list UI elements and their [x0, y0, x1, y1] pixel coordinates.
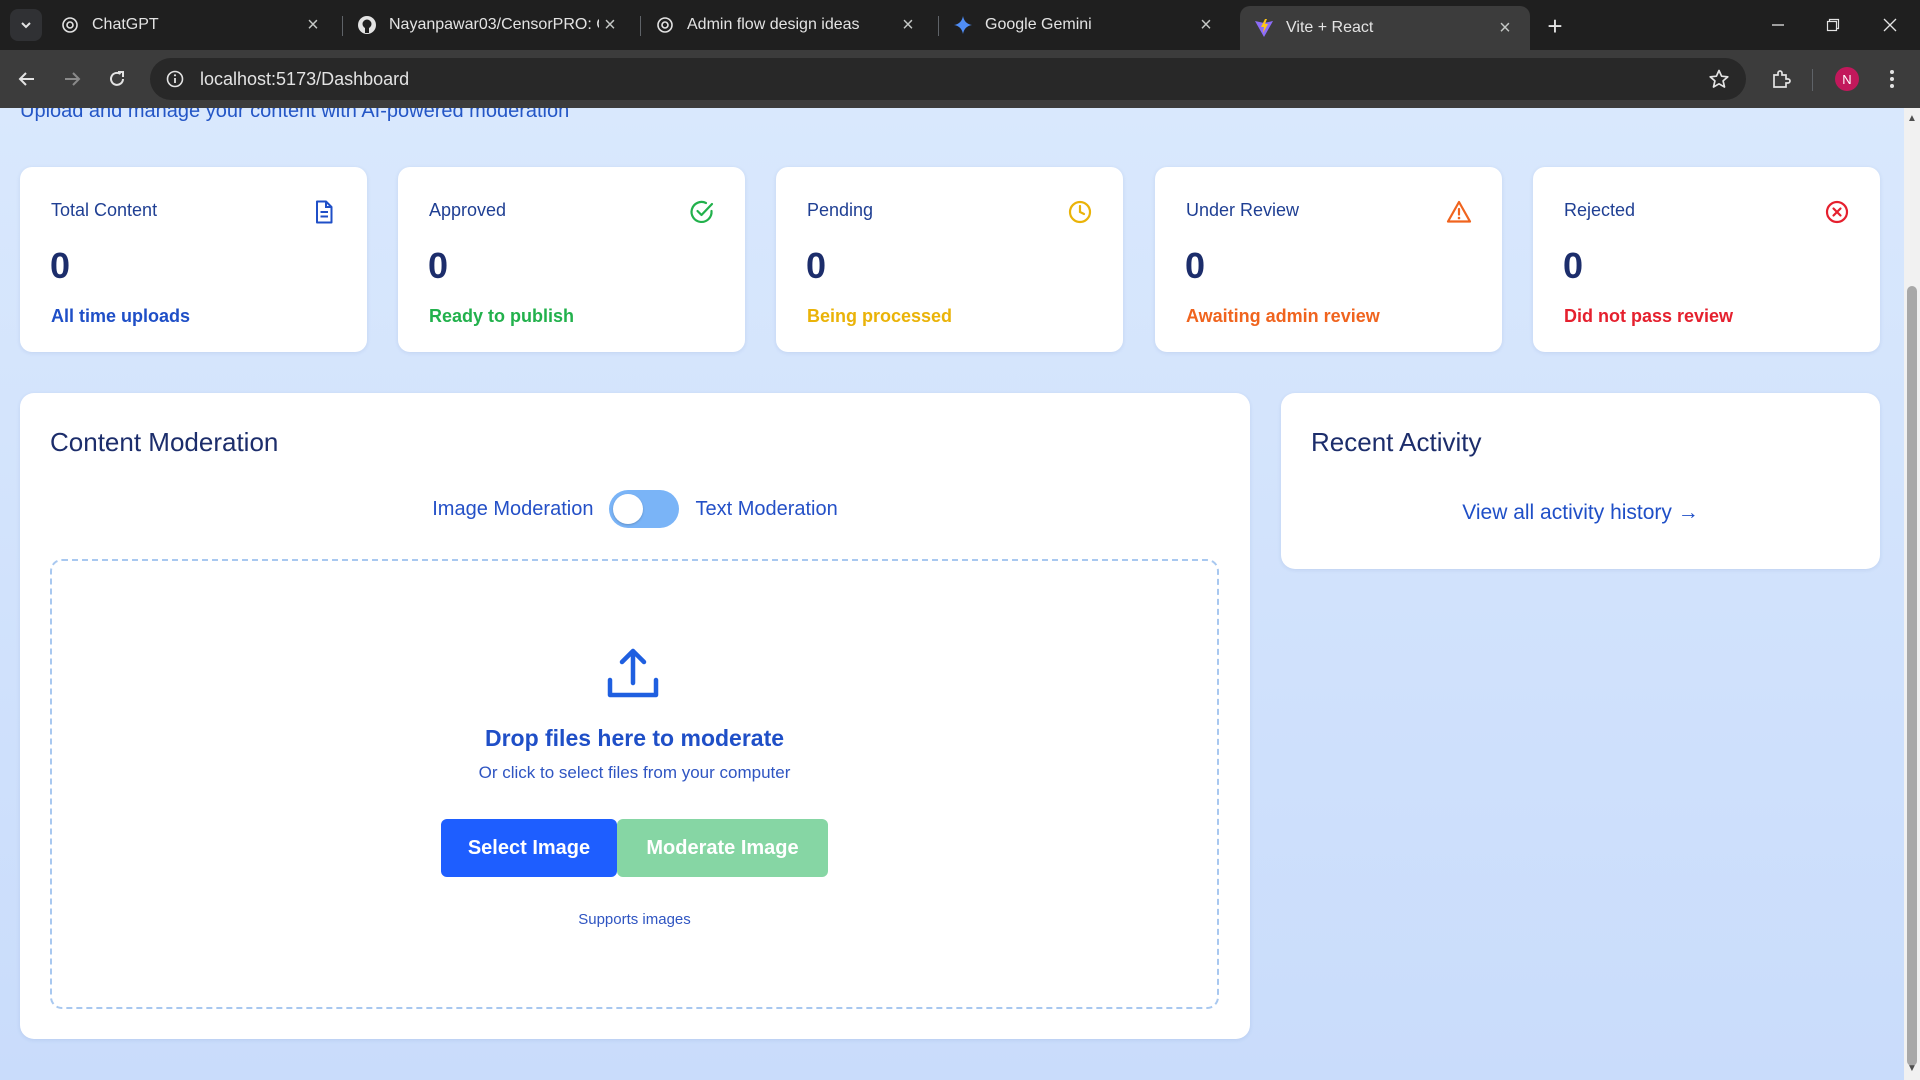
browser-tab-chatgpt[interactable]: ChatGPT × — [46, 6, 338, 44]
close-icon[interactable]: × — [897, 14, 919, 36]
scroll-down-arrow-icon[interactable]: ▼ — [1907, 1064, 1917, 1074]
stat-card-rejected: Rejected 0 Did not pass review — [1533, 167, 1880, 352]
site-info-icon[interactable] — [154, 58, 196, 100]
kebab-menu-icon — [1890, 70, 1894, 88]
moderation-mode-switch[interactable] — [609, 490, 680, 528]
warning-icon — [1446, 200, 1472, 223]
openai-icon — [60, 15, 80, 35]
scrollbar-thumb[interactable] — [1907, 286, 1917, 1066]
select-image-button[interactable]: Select Image — [441, 819, 617, 877]
stat-label: Total Content — [51, 200, 158, 220]
moderate-image-button[interactable]: Moderate Image — [617, 819, 828, 877]
tab-title: Vite + React — [1286, 19, 1374, 36]
stat-card-under-review: Under Review 0 Awaiting admin review — [1155, 167, 1502, 352]
stat-label: Under Review — [1186, 200, 1300, 220]
panel-title: Recent Activity — [1311, 427, 1482, 457]
tab-title: Admin flow design ideas — [687, 16, 860, 33]
browser-toolbar: localhost:5173/Dashboard N — [0, 50, 1920, 108]
chevron-down-icon — [21, 22, 31, 29]
page-viewport: Upload and manage your content with AI-p… — [0, 108, 1920, 1080]
scroll-up-arrow-icon[interactable]: ▲ — [1907, 114, 1917, 124]
address-bar[interactable]: localhost:5173/Dashboard — [150, 58, 1746, 100]
stat-value: 0 — [50, 245, 71, 286]
close-icon — [1883, 18, 1897, 32]
reload-icon — [110, 71, 124, 86]
forward-button[interactable] — [54, 61, 90, 97]
toolbar-divider — [1812, 69, 1813, 91]
url-text[interactable]: localhost:5173/Dashboard — [200, 69, 1698, 90]
clock-icon — [1068, 200, 1092, 224]
content-moderation-panel: Content Moderation Image Moderation Text… — [20, 393, 1250, 1039]
profile-button[interactable]: N — [1829, 61, 1865, 97]
arrow-right-icon — [65, 72, 81, 86]
tab-search-button[interactable] — [10, 9, 42, 41]
gemini-icon — [953, 15, 973, 35]
stat-label: Pending — [807, 200, 874, 220]
stat-subtext: Did not pass review — [1564, 306, 1734, 326]
browser-tab-gemini[interactable]: Google Gemini × — [939, 6, 1231, 44]
supported-formats-note: Supports images — [578, 911, 691, 928]
tab-title: ChatGPT — [92, 16, 159, 33]
stat-label: Rejected — [1564, 200, 1636, 220]
moderation-mode-toggle-row: Image Moderation Text Moderation — [20, 489, 1250, 529]
stat-subtext: Awaiting admin review — [1186, 306, 1380, 326]
check-circle-icon — [690, 200, 714, 224]
bookmark-star-icon[interactable] — [1698, 58, 1740, 100]
switch-knob — [613, 494, 644, 524]
openai-icon — [655, 15, 675, 35]
stat-card-total-content: Total Content 0 All time uploads — [20, 167, 367, 352]
image-moderation-label[interactable]: Image Moderation — [432, 498, 593, 521]
browser-tab-vite-react[interactable]: Vite + React × — [1240, 6, 1530, 50]
dropzone-subtitle: Or click to select files from your compu… — [478, 763, 791, 782]
avatar: N — [1835, 67, 1859, 91]
stat-subtext: Being processed — [807, 306, 953, 326]
close-icon[interactable]: × — [1195, 14, 1217, 36]
stat-value: 0 — [1563, 245, 1584, 286]
stat-subtext: Ready to publish — [429, 306, 575, 326]
dropzone-title: Drop files here to moderate — [484, 725, 785, 751]
x-circle-icon — [1825, 200, 1849, 224]
upload-icon — [607, 648, 659, 698]
stat-card-pending: Pending 0 Being processed — [776, 167, 1123, 352]
recent-activity-panel: Recent Activity View all activity histor… — [1281, 393, 1880, 569]
github-icon — [357, 15, 377, 35]
close-icon[interactable]: × — [1494, 17, 1516, 39]
extensions-button[interactable] — [1763, 61, 1799, 97]
close-window-button[interactable] — [1860, 6, 1920, 44]
stat-value: 0 — [806, 245, 827, 286]
close-icon[interactable]: × — [302, 14, 324, 36]
stat-value: 0 — [428, 245, 449, 286]
page-scrollbar[interactable]: ▲ ▼ — [1904, 108, 1920, 1080]
minimize-icon — [1772, 24, 1784, 26]
file-dropzone[interactable]: Drop files here to moderate Or click to … — [50, 559, 1219, 1009]
minimize-button[interactable] — [1748, 6, 1808, 44]
view-activity-history-link[interactable]: View all activity history → — [1281, 501, 1880, 525]
arrow-left-icon — [18, 72, 34, 86]
new-tab-button[interactable]: + — [1540, 11, 1570, 41]
stat-value: 0 — [1185, 245, 1206, 286]
panel-title: Content Moderation — [50, 427, 279, 457]
restore-button[interactable] — [1803, 6, 1863, 44]
tab-title: Nayanpawar03/CensorPRO: Ce — [389, 16, 599, 33]
reload-button[interactable] — [99, 61, 135, 97]
document-icon — [316, 200, 333, 224]
back-button[interactable] — [9, 61, 45, 97]
vite-icon — [1254, 18, 1274, 38]
stat-label: Approved — [429, 200, 507, 220]
close-icon[interactable]: × — [599, 14, 621, 36]
dropzone-button-row: Select Image Moderate Image — [52, 819, 1217, 877]
browser-tab-admin-flow[interactable]: Admin flow design ideas × — [641, 6, 933, 44]
page-subtitle: Upload and manage your content with AI-p… — [20, 108, 570, 122]
tab-title: Google Gemini — [985, 16, 1092, 33]
puzzle-icon — [1773, 70, 1791, 88]
browser-tab-bar: ChatGPT × Nayanpawar03/CensorPRO: Ce × A… — [0, 0, 1920, 50]
stat-subtext: All time uploads — [51, 306, 191, 326]
text-moderation-label[interactable]: Text Moderation — [695, 498, 837, 521]
stat-card-approved: Approved 0 Ready to publish — [398, 167, 745, 352]
restore-icon — [1826, 18, 1840, 32]
browser-tab-github[interactable]: Nayanpawar03/CensorPRO: Ce × — [343, 6, 635, 44]
browser-menu-button[interactable] — [1874, 61, 1910, 97]
